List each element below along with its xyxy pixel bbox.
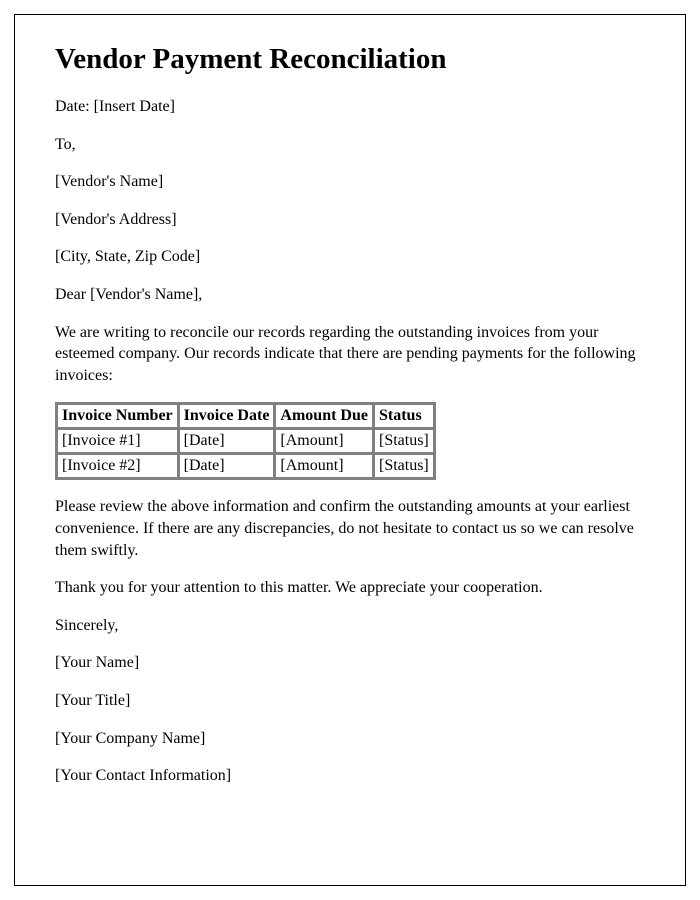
signer-title: [Your Title] xyxy=(55,690,645,712)
table-row: [Invoice #1] [Date] [Amount] [Status] xyxy=(57,429,434,453)
cell-invoice-date: [Date] xyxy=(179,429,275,453)
col-invoice-number: Invoice Number xyxy=(57,404,178,428)
closing: Sincerely, xyxy=(55,615,645,637)
vendor-name: [Vendor's Name] xyxy=(55,171,645,193)
thanks-paragraph: Thank you for your attention to this mat… xyxy=(55,577,645,599)
date-line: Date: [Insert Date] xyxy=(55,96,645,118)
table-header-row: Invoice Number Invoice Date Amount Due S… xyxy=(57,404,434,428)
table-row: [Invoice #2] [Date] [Amount] [Status] xyxy=(57,454,434,478)
col-amount-due: Amount Due xyxy=(275,404,373,428)
review-paragraph: Please review the above information and … xyxy=(55,496,645,561)
salutation: Dear [Vendor's Name], xyxy=(55,284,645,306)
page-title: Vendor Payment Reconciliation xyxy=(55,43,645,76)
company-name: [Your Company Name] xyxy=(55,728,645,750)
cell-invoice-date: [Date] xyxy=(179,454,275,478)
cell-invoice-number: [Invoice #2] xyxy=(57,454,178,478)
document-page: Vendor Payment Reconciliation Date: [Ins… xyxy=(14,14,686,886)
col-invoice-date: Invoice Date xyxy=(179,404,275,428)
contact-info: [Your Contact Information] xyxy=(55,765,645,787)
cell-status: [Status] xyxy=(374,429,434,453)
cell-amount-due: [Amount] xyxy=(275,429,373,453)
city-state-zip: [City, State, Zip Code] xyxy=(55,246,645,268)
col-status: Status xyxy=(374,404,434,428)
vendor-address: [Vendor's Address] xyxy=(55,209,645,231)
intro-paragraph: We are writing to reconcile our records … xyxy=(55,322,645,387)
signer-name: [Your Name] xyxy=(55,652,645,674)
cell-invoice-number: [Invoice #1] xyxy=(57,429,178,453)
cell-status: [Status] xyxy=(374,454,434,478)
cell-amount-due: [Amount] xyxy=(275,454,373,478)
invoice-table: Invoice Number Invoice Date Amount Due S… xyxy=(55,402,436,480)
to-line: To, xyxy=(55,134,645,156)
